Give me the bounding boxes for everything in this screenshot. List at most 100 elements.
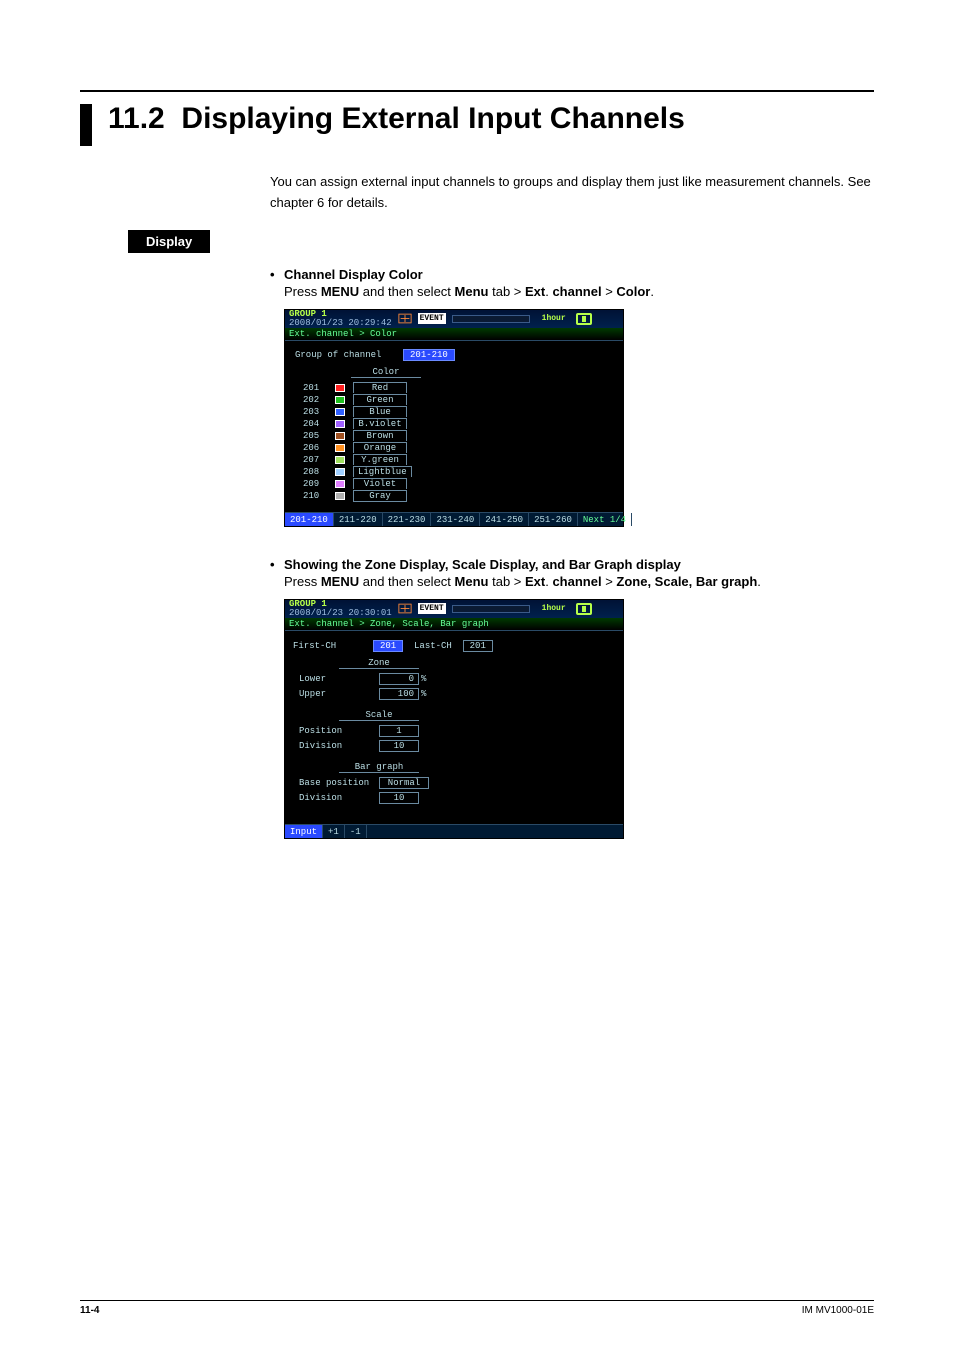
bar-division-value[interactable]: 10 — [379, 792, 419, 804]
color-name[interactable]: Orange — [353, 442, 407, 453]
event-bar — [452, 315, 530, 323]
kw-menu: MENU — [321, 574, 359, 589]
last-ch-value[interactable]: 201 — [463, 640, 493, 652]
display-label: Display — [128, 230, 210, 253]
color-name[interactable]: Gray — [353, 490, 407, 502]
scale-position-value[interactable]: 1 — [379, 725, 419, 737]
color-row: 209Violet — [303, 478, 615, 490]
shot2-header: GROUP 1 2008/01/23 20:30:01 EVENT 1hour — [285, 600, 623, 618]
kw-ext: Ext — [525, 284, 545, 299]
scale-position-label: Position — [299, 726, 379, 736]
event-label: EVENT — [418, 603, 446, 614]
minus1-tab[interactable]: -1 — [345, 825, 367, 838]
ch-num: 204 — [303, 419, 327, 429]
unit-percent: % — [421, 674, 426, 684]
event-bar — [452, 605, 530, 613]
range-tab[interactable]: 231-240 — [431, 513, 480, 526]
color-name[interactable]: Blue — [353, 406, 407, 417]
screenshot-zsb: GROUP 1 2008/01/23 20:30:01 EVENT 1hour … — [284, 599, 624, 839]
network-icon — [398, 603, 412, 614]
group-of-channel-row: Group of channel 201-210 — [295, 349, 615, 361]
bar-baseposition-label: Base position — [299, 778, 379, 788]
bar-baseposition-value[interactable]: Normal — [379, 777, 429, 789]
zone-upper-label: Upper — [299, 689, 379, 699]
color-row: 210 Gray — [303, 490, 615, 502]
range-tab[interactable]: 251-260 — [529, 513, 578, 526]
last-ch-label: Last-CH — [414, 641, 452, 651]
page-number: 11-4 — [80, 1305, 99, 1316]
color-row: 206Orange — [303, 442, 615, 454]
plus1-tab[interactable]: +1 — [323, 825, 345, 838]
group-of-channel-value[interactable]: 201-210 — [403, 349, 455, 361]
shot1-footer-tabs: 201-210 211-220 221-230 231-240 241-250 … — [285, 512, 623, 526]
t: > — [602, 284, 617, 299]
color-name[interactable]: B.violet — [353, 418, 407, 429]
range-tab[interactable]: 211-220 — [334, 513, 383, 526]
color-swatch — [335, 384, 345, 392]
color-swatch — [335, 420, 345, 428]
block1-instruction: Press MENU and then select Menu tab > Ex… — [284, 284, 874, 299]
color-name[interactable]: Green — [353, 394, 407, 405]
t: > — [602, 574, 617, 589]
ch-num: 205 — [303, 431, 327, 441]
group-of-channel-label: Group of channel — [295, 350, 381, 360]
t: . — [757, 574, 761, 589]
kw-zsb: Zone, Scale, Bar graph — [616, 574, 757, 589]
ch-num: 201 — [303, 383, 327, 393]
zone-lower-value[interactable]: 0 — [379, 673, 419, 685]
zone-lower-label: Lower — [299, 674, 379, 684]
t: tab > — [488, 574, 525, 589]
color-swatch — [335, 396, 345, 404]
screenshot-color: GROUP 1 2008/01/23 20:29:42 EVENT 1hour … — [284, 309, 624, 527]
color-table: 201Red 202Green 203Blue 204B.violet 205B… — [303, 382, 615, 502]
range-tab[interactable]: 221-230 — [383, 513, 432, 526]
shot1-timestamp: 2008/01/23 20:29:42 — [289, 319, 392, 328]
zone-title: Zone — [339, 658, 419, 669]
kw-menu-tab: Menu — [455, 574, 489, 589]
scale-division-value[interactable]: 10 — [379, 740, 419, 752]
next-tab[interactable]: Next 1/4 — [578, 513, 632, 526]
range-tab[interactable]: 241-250 — [480, 513, 529, 526]
color-name[interactable]: Violet — [353, 478, 407, 489]
color-swatch — [335, 432, 345, 440]
input-tab[interactable]: Input — [285, 825, 323, 838]
color-swatch — [335, 444, 345, 452]
scale-title: Scale — [339, 710, 419, 721]
color-name[interactable]: Brown — [353, 430, 407, 441]
first-ch-value[interactable]: 201 — [373, 640, 403, 652]
ch-num: 210 — [303, 491, 327, 501]
t: Press — [284, 574, 321, 589]
intro-paragraph: You can assign external input channels t… — [270, 172, 874, 214]
zone-upper-value[interactable]: 100 — [379, 688, 419, 700]
stop-icon — [576, 313, 592, 325]
kw-channel: channel — [552, 284, 601, 299]
section-name: Displaying External Input Channels — [181, 102, 684, 135]
bar-title: Bar graph — [339, 762, 419, 773]
shot2-footer-tabs: Input +1 -1 — [285, 824, 623, 838]
t: . — [650, 284, 654, 299]
color-row: 201 Red — [303, 382, 615, 394]
section-marker — [80, 104, 92, 146]
color-row: 203Blue — [303, 406, 615, 418]
event-label: EVENT — [418, 313, 446, 324]
page-footer: 11-4 IM MV1000-01E — [80, 1300, 874, 1316]
ch-num: 208 — [303, 467, 327, 477]
kw-channel: channel — [552, 574, 601, 589]
kw-ext: Ext — [525, 574, 545, 589]
range-tab[interactable]: 201-210 — [285, 513, 334, 526]
block2-heading-text: Showing the Zone Display, Scale Display,… — [284, 557, 681, 572]
color-name[interactable]: Red — [353, 382, 407, 393]
shot2-timestamp: 2008/01/23 20:30:01 — [289, 609, 392, 618]
hour-label: 1hour — [542, 604, 566, 613]
color-row: 207Y.green — [303, 454, 615, 466]
stop-icon — [576, 603, 592, 615]
t: and then select — [359, 574, 454, 589]
kw-menu: MENU — [321, 284, 359, 299]
color-name[interactable]: Y.green — [353, 454, 407, 465]
bargraph-group: Bar graph Base positionNormal Division10 — [299, 762, 615, 804]
kw-menu-tab: Menu — [455, 284, 489, 299]
block2-heading: •Showing the Zone Display, Scale Display… — [270, 557, 874, 572]
color-name[interactable]: Lightblue — [353, 466, 412, 477]
section-number: 11.2 — [108, 102, 165, 135]
color-swatch — [335, 408, 345, 416]
